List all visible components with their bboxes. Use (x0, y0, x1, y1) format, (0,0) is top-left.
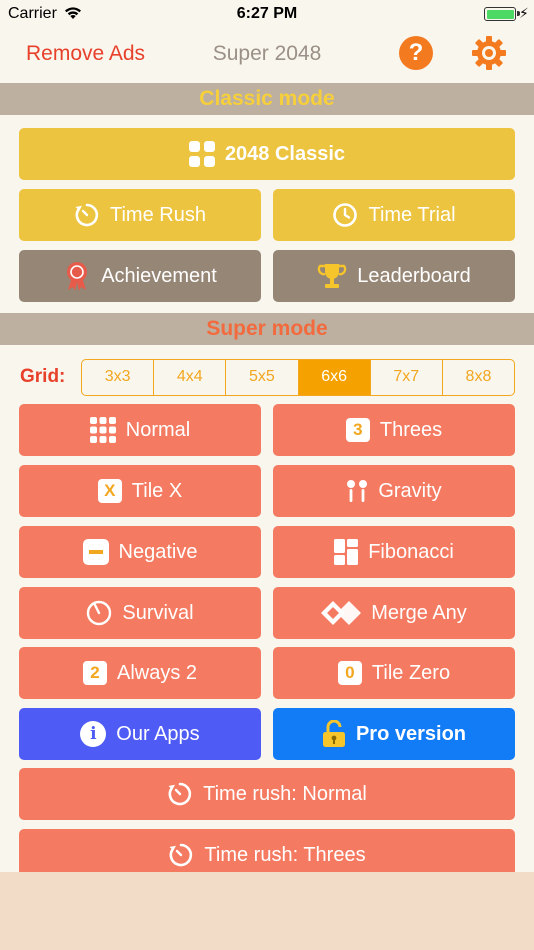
normal-mode-button[interactable]: Normal (19, 404, 261, 456)
time-trial-button[interactable]: Time Trial (273, 189, 515, 241)
pro-version-label: Pro version (355, 722, 467, 745)
minus-box-icon (82, 539, 109, 565)
refresh-timer-icon (74, 202, 100, 228)
grid-option-3x3[interactable]: 3x3 (82, 360, 155, 395)
tile-x-mode-button[interactable]: X Tile X (19, 465, 261, 517)
always-2-mode-label: Always 2 (116, 661, 198, 684)
gauge-icon (86, 600, 112, 626)
tile-zero-mode-button[interactable]: 0 Tile Zero (273, 647, 515, 699)
bottom-banner-area (0, 872, 534, 950)
info-icon: i (80, 721, 107, 747)
tile-x-icon: X (97, 479, 122, 503)
survival-mode-button[interactable]: Survival (19, 587, 261, 639)
diamonds-icon (321, 600, 362, 626)
fibonacci-mode-button[interactable]: Fibonacci (273, 526, 515, 578)
pro-version-button[interactable]: Pro version (273, 708, 515, 760)
tile-x-mode-label: Tile X (131, 479, 183, 502)
our-apps-button[interactable]: i Our Apps (19, 708, 261, 760)
achievement-label: Achievement (101, 264, 217, 287)
leaderboard-label: Leaderboard (357, 264, 471, 287)
gear-icon[interactable] (470, 34, 508, 72)
fibonacci-mode-label: Fibonacci (368, 540, 454, 563)
grid-option-4x4[interactable]: 4x4 (154, 360, 227, 395)
time-rush-label: Time Rush (110, 203, 206, 226)
gravity-icon (346, 478, 368, 504)
merge-any-mode-button[interactable]: Merge Any (273, 587, 515, 639)
survival-mode-label: Survival (122, 601, 194, 624)
clock-icon (332, 202, 358, 228)
app-screen: Carrier 6:27 PM ⚡ Remove Ads Super 2048 … (0, 0, 534, 872)
normal-mode-label: Normal (125, 418, 191, 441)
gravity-mode-button[interactable]: Gravity (273, 465, 515, 517)
grid-option-8x8[interactable]: 8x8 (443, 360, 514, 395)
charging-icon: ⚡ (519, 5, 529, 21)
achievement-button[interactable]: Achievement (19, 250, 261, 302)
unlock-icon (322, 720, 346, 748)
tile-zero-mode-label: Tile Zero (371, 661, 451, 684)
question-icon: ? (408, 39, 424, 66)
tile-0-icon: 0 (337, 661, 362, 685)
grid-2x2-icon (188, 141, 215, 167)
clock: 6:27 PM (236, 5, 298, 22)
refresh-timer-icon (167, 781, 193, 807)
tile-2-icon: 2 (82, 661, 107, 685)
refresh-timer-icon (168, 842, 194, 868)
classic-2048-button[interactable]: 2048 Classic (19, 128, 515, 180)
negative-mode-label: Negative (118, 540, 198, 563)
always-2-mode-button[interactable]: 2 Always 2 (19, 647, 261, 699)
threes-mode-label: Threes (379, 418, 443, 441)
fibonacci-tiles-icon (334, 539, 359, 565)
page-title: Super 2048 (212, 42, 322, 65)
classic-2048-label: 2048 Classic (224, 142, 346, 165)
super-mode-header: Super mode (0, 313, 534, 345)
trophy-icon (317, 262, 347, 290)
time-rush-threes-label: Time rush: Threes (204, 843, 366, 866)
info-glyph: i (80, 721, 107, 747)
grid-option-6x6[interactable]: 6x6 (298, 360, 371, 395)
time-rush-threes-button[interactable]: Time rush: Threes (19, 829, 515, 872)
our-apps-label: Our Apps (116, 722, 200, 745)
time-trial-label: Time Trial (368, 203, 456, 226)
help-button[interactable]: ? (399, 36, 433, 70)
grid-size-selector: 3x3 4x4 5x5 6x6 7x7 8x8 (81, 359, 515, 396)
leaderboard-button[interactable]: Leaderboard (273, 250, 515, 302)
time-rush-button[interactable]: Time Rush (19, 189, 261, 241)
classic-mode-header: Classic mode (0, 83, 534, 115)
grid-option-7x7[interactable]: 7x7 (371, 360, 443, 395)
threes-mode-button[interactable]: 3 Threes (273, 404, 515, 456)
gravity-mode-label: Gravity (378, 479, 442, 502)
time-rush-normal-button[interactable]: Time rush: Normal (19, 768, 515, 820)
nav-bar: Remove Ads Super 2048 ? (0, 30, 534, 82)
grid-option-5x5[interactable]: 5x5 (226, 360, 299, 395)
status-bar: Carrier 6:27 PM ⚡ (0, 0, 534, 30)
tile-3-icon: 3 (345, 418, 370, 442)
grid-label: Grid: (20, 366, 66, 387)
time-rush-normal-label: Time rush: Normal (203, 782, 367, 805)
negative-mode-button[interactable]: Negative (19, 526, 261, 578)
medal-icon (63, 261, 91, 291)
merge-any-mode-label: Merge Any (371, 601, 467, 624)
battery-icon (484, 7, 520, 21)
grid-3x3-icon (89, 417, 116, 443)
